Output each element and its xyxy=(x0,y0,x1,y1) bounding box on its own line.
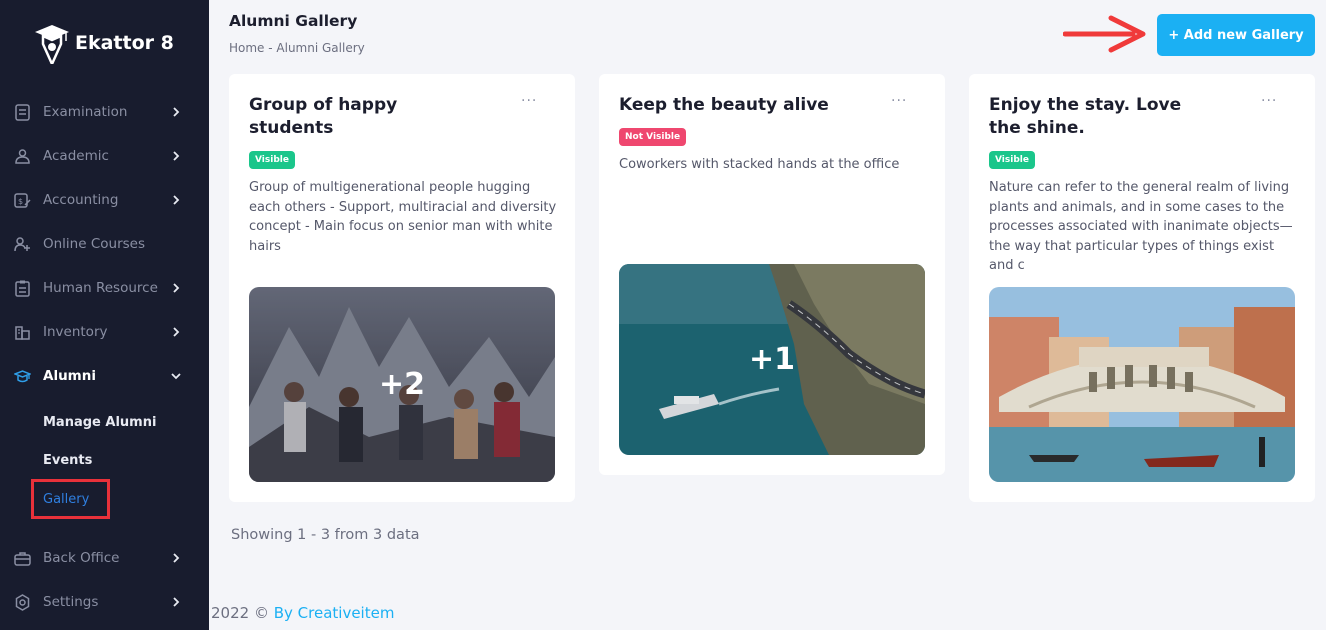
more-options-icon[interactable]: ... xyxy=(521,89,537,105)
sidebar-item-back-office[interactable]: Back Office xyxy=(0,543,209,573)
breadcrumb-current: Alumni Gallery xyxy=(276,41,365,55)
extra-images-count: +2 xyxy=(378,367,425,402)
more-options-icon[interactable]: ... xyxy=(891,89,907,105)
sidebar-item-label: Accounting xyxy=(43,192,119,208)
sidebar-item-label: Settings xyxy=(43,594,99,610)
sidebar-item-label: Online Courses xyxy=(43,236,146,252)
gallery-image[interactable] xyxy=(989,287,1295,482)
status-badge: Visible xyxy=(989,151,1035,169)
back-office-icon xyxy=(14,551,31,566)
venice-bridge-photo xyxy=(989,287,1295,482)
sidebar-item-label: Human Resource xyxy=(43,280,158,296)
app-logo[interactable]: Ekattor 8 xyxy=(33,22,174,64)
sidebar-item-label: Examination xyxy=(43,104,128,120)
online-courses-icon xyxy=(14,236,30,251)
card-title: Enjoy the stay. Love the shine. xyxy=(989,95,1182,138)
footer: 2022 © By Creativeitem xyxy=(211,604,394,622)
sidebar-subitem-gallery[interactable]: Gallery xyxy=(31,479,110,519)
svg-text:$: $ xyxy=(18,197,23,206)
gallery-image[interactable]: +1 xyxy=(619,264,925,455)
gallery-card: Group of happy students ... Visible Grou… xyxy=(229,74,575,502)
card-description: Coworkers with stacked hands at the offi… xyxy=(619,157,900,172)
sidebar-subitem-label: Gallery xyxy=(43,491,90,507)
gallery-image[interactable]: +2 xyxy=(249,287,555,482)
chevron-right-icon xyxy=(173,327,180,337)
footer-copyright: 2022 © xyxy=(211,604,269,622)
chevron-down-icon xyxy=(171,373,181,380)
gallery-card: Keep the beauty alive ... Not Visible Co… xyxy=(599,74,945,475)
card-description: Nature can refer to the general realm of… xyxy=(989,180,1293,273)
sidebar-item-examination[interactable]: Examination xyxy=(0,97,209,127)
chevron-right-icon xyxy=(173,107,180,117)
inventory-icon xyxy=(15,325,30,340)
academic-icon xyxy=(15,148,30,164)
breadcrumb-home[interactable]: Home xyxy=(229,41,264,55)
chevron-right-icon xyxy=(173,151,180,161)
accounting-icon: $ xyxy=(14,192,31,208)
footer-link[interactable]: By Creativeitem xyxy=(274,604,395,622)
add-new-gallery-button[interactable]: + Add new Gallery xyxy=(1157,14,1315,56)
sidebar-item-label: Inventory xyxy=(43,324,108,340)
pagination-info: Showing 1 - 3 from 3 data xyxy=(231,527,420,543)
sidebar-item-online-courses[interactable]: Online Courses xyxy=(0,229,209,259)
sidebar-item-label: Alumni xyxy=(43,368,96,384)
chevron-right-icon xyxy=(173,195,180,205)
sidebar-item-inventory[interactable]: Inventory xyxy=(0,317,209,347)
sidebar-item-alumni[interactable]: Alumni xyxy=(0,361,209,391)
sidebar-item-academic[interactable]: Academic xyxy=(0,141,209,171)
sidebar-item-label: Back Office xyxy=(43,550,120,566)
chevron-right-icon xyxy=(173,553,180,563)
breadcrumb: Home - Alumni Gallery xyxy=(229,41,365,55)
breadcrumb-separator: - xyxy=(264,41,277,55)
alumni-icon xyxy=(14,369,31,382)
chevron-right-icon xyxy=(173,597,180,607)
annotation-arrow xyxy=(1063,15,1146,53)
sidebar: Ekattor 8 Examination Academic $ Account… xyxy=(0,0,209,630)
sidebar-subitem-manage-alumni[interactable]: Manage Alumni xyxy=(43,415,156,430)
more-options-icon[interactable]: ... xyxy=(1261,89,1277,105)
app-name: Ekattor 8 xyxy=(75,32,174,54)
settings-icon xyxy=(15,593,30,611)
human-resource-icon xyxy=(15,280,30,297)
status-badge: Visible xyxy=(249,151,295,169)
graduation-pin-icon xyxy=(35,25,69,64)
gallery-card: Enjoy the stay. Love the shine. ... Visi… xyxy=(969,74,1315,502)
exam-icon xyxy=(15,103,30,121)
status-badge: Not Visible xyxy=(619,128,687,146)
chevron-right-icon xyxy=(173,283,180,293)
page-title: Alumni Gallery xyxy=(229,12,358,30)
sidebar-subitem-events[interactable]: Events xyxy=(43,453,92,468)
card-title: Group of happy students xyxy=(249,95,398,138)
sidebar-item-accounting[interactable]: $ Accounting xyxy=(0,185,209,215)
card-description: Group of multigenerational people huggin… xyxy=(249,180,557,254)
sidebar-item-human-resource[interactable]: Human Resource xyxy=(0,273,209,303)
extra-images-count: +1 xyxy=(748,342,795,377)
sidebar-item-label: Academic xyxy=(43,148,109,164)
card-title: Keep the beauty alive xyxy=(619,95,829,115)
sidebar-item-settings[interactable]: Settings xyxy=(0,587,209,617)
